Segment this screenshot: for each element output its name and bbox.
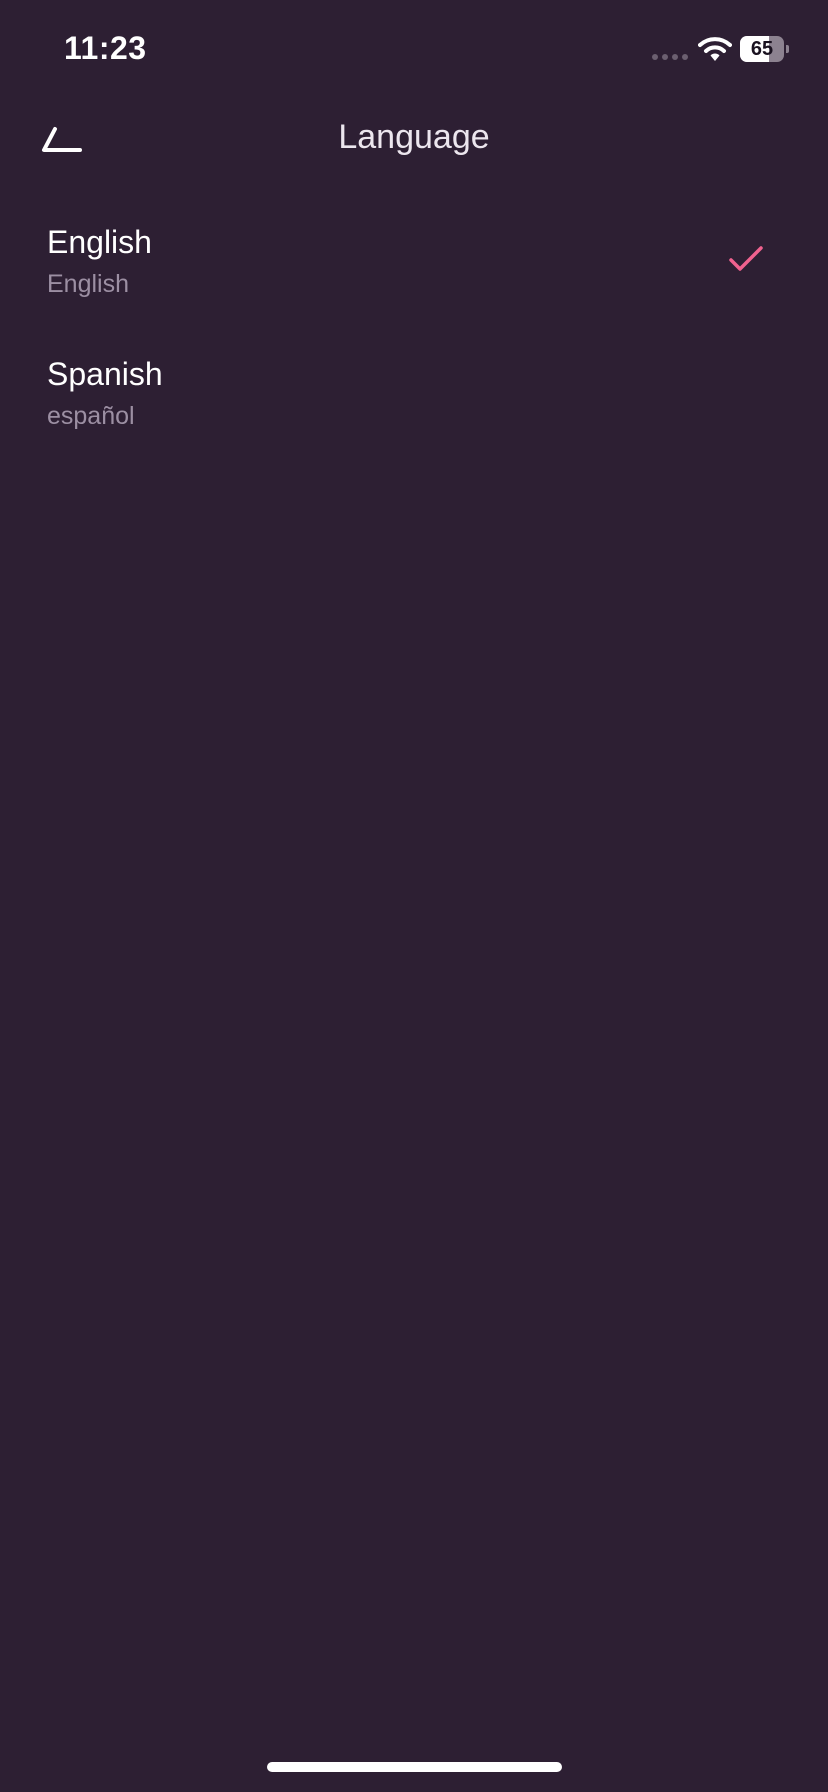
language-name: English [47, 224, 152, 260]
navigation-bar: Language [0, 100, 828, 180]
language-list: English English Spanish español [0, 200, 828, 464]
language-item-english[interactable]: English English [0, 200, 828, 332]
wifi-icon [698, 37, 732, 61]
battery-level: 65 [750, 38, 774, 60]
checkmark-icon [729, 246, 763, 271]
cellular-signal-icon [652, 54, 688, 60]
language-native-name: español [47, 402, 135, 430]
status-bar: 11:23 65 [0, 0, 828, 100]
battery-icon: 65 [740, 36, 790, 62]
status-time: 11:23 [64, 30, 147, 66]
language-native-name: English [47, 270, 129, 298]
home-indicator [267, 1762, 562, 1772]
language-name: Spanish [47, 356, 163, 392]
language-item-spanish[interactable]: Spanish español [0, 332, 828, 464]
page-title: Language [338, 118, 490, 156]
